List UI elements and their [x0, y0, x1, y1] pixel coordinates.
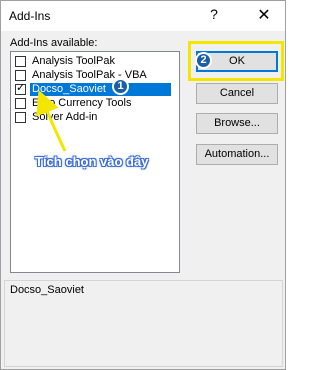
description-label: Docso_Saoviet [10, 284, 84, 296]
instruction-note: Tích chọn vào đây [35, 154, 149, 169]
description-area [10, 300, 280, 364]
step-2-callout: 2 [195, 52, 212, 69]
add-ins-dialog: Add-Ins ? ✕ Add-Ins available: Analysis … [0, 0, 286, 370]
step-1-callout: 1 [112, 78, 129, 95]
